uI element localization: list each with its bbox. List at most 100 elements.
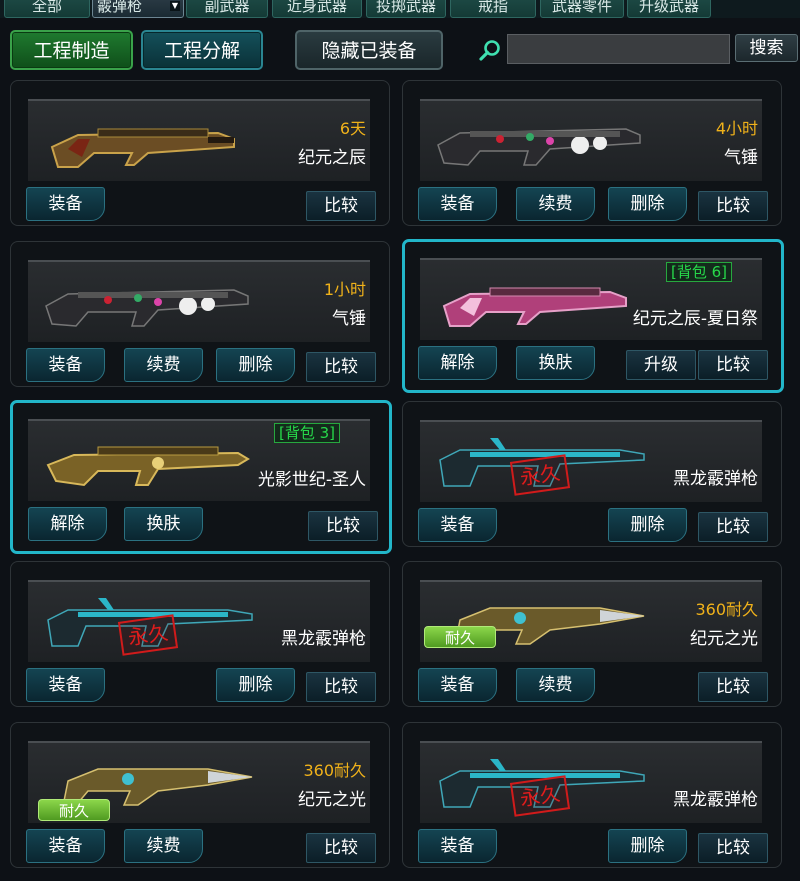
tab-secondary-weapon[interactable]: 副武器 xyxy=(186,0,268,18)
item-panel: 360耐久 纪元之光 耐久 xyxy=(420,580,762,662)
item-durability-value: 360耐久 xyxy=(695,600,758,619)
dropdown-arrow-icon[interactable]: ▼ xyxy=(170,1,180,11)
unequip-button[interactable]: 解除 xyxy=(418,346,497,380)
tab-label: 霰弹枪 xyxy=(97,0,143,15)
hide-equipped-button[interactable]: 隐藏已装备 xyxy=(295,30,443,70)
backpack-slot-tag: [背包 6] xyxy=(665,262,732,282)
shotgun-image xyxy=(50,128,235,168)
equip-button[interactable]: 装备 xyxy=(26,348,105,382)
compare-button[interactable]: 比较 xyxy=(698,350,768,380)
item-durability-value: 360耐久 xyxy=(303,761,366,780)
item-card[interactable]: 6天 纪元之辰 装备 比较 xyxy=(10,80,390,226)
renew-button[interactable]: 续费 xyxy=(124,348,203,382)
delete-button[interactable]: 删除 xyxy=(608,187,687,221)
item-card-equipped[interactable]: [背包 6] 纪元之辰-夏日祭 解除 换肤 升级 比较 xyxy=(402,239,784,393)
tab-label: 副武器 xyxy=(204,0,250,15)
item-name: 黑龙霰弹枪 xyxy=(281,629,366,649)
item-panel: 6天 纪元之辰 xyxy=(28,99,370,181)
compare-button[interactable]: 比较 xyxy=(698,833,768,863)
craft-button[interactable]: 工程制造 xyxy=(10,30,133,70)
compare-button[interactable]: 比较 xyxy=(306,191,376,221)
shotgun-image xyxy=(46,446,250,487)
compare-button[interactable]: 比较 xyxy=(306,672,376,702)
renew-button[interactable]: 续费 xyxy=(516,668,595,702)
item-card[interactable]: 360耐久 纪元之光 耐久 装备 续费 比较 xyxy=(402,561,782,707)
tab-throwing-weapon[interactable]: 投掷武器 xyxy=(366,0,446,18)
item-panel: 4小时 气锤 xyxy=(420,99,762,181)
tab-shotgun-dropdown[interactable]: 霰弹枪 ▼ xyxy=(92,0,184,18)
delete-button[interactable]: 删除 xyxy=(216,668,295,702)
item-name: 气锤 xyxy=(332,309,366,329)
item-card[interactable]: 1小时 气锤 装备 续费 删除 比较 xyxy=(10,241,390,387)
item-panel: 永久 黑龙霰弹枪 xyxy=(420,741,762,823)
compare-button[interactable]: 比较 xyxy=(306,352,376,382)
equip-button[interactable]: 装备 xyxy=(26,187,105,221)
compare-button[interactable]: 比较 xyxy=(698,191,768,221)
item-card-equipped[interactable]: [背包 3] 光影世纪-圣人 解除 换肤 比较 xyxy=(10,400,392,554)
tab-label: 戒指 xyxy=(477,0,508,15)
unequip-button[interactable]: 解除 xyxy=(28,507,107,541)
durability-badge: 耐久 xyxy=(38,799,110,821)
equip-button[interactable]: 装备 xyxy=(26,829,105,863)
change-skin-button[interactable]: 换肤 xyxy=(516,346,595,380)
delete-button[interactable]: 删除 xyxy=(216,348,295,382)
delete-button[interactable]: 删除 xyxy=(608,829,687,863)
tab-melee-weapon[interactable]: 近身武器 xyxy=(272,0,362,18)
tab-label: 全部 xyxy=(31,0,62,15)
equip-button[interactable]: 装备 xyxy=(418,668,497,702)
item-panel: 永久 黑龙霰弹枪 xyxy=(28,580,370,662)
compare-button[interactable]: 比较 xyxy=(306,833,376,863)
backpack-slot-tag: [背包 3] xyxy=(273,423,340,443)
tab-upgrade-weapon[interactable]: 升级武器 xyxy=(627,0,711,18)
shotgun-image xyxy=(442,287,627,327)
equip-button[interactable]: 装备 xyxy=(418,829,497,863)
equip-button[interactable]: 装备 xyxy=(418,508,497,542)
item-name: 纪元之光 xyxy=(298,790,366,810)
compare-button[interactable]: 比较 xyxy=(698,672,768,702)
renew-button[interactable]: 续费 xyxy=(516,187,595,221)
item-name: 纪元之辰-夏日祭 xyxy=(632,309,758,329)
item-name: 黑龙霰弹枪 xyxy=(673,790,758,810)
item-timer: 6天 xyxy=(339,119,366,138)
item-timer: 4小时 xyxy=(715,119,758,138)
shotgun-image xyxy=(437,128,641,166)
search-button[interactable]: 搜索 xyxy=(735,34,798,62)
tab-label: 升级武器 xyxy=(638,0,699,15)
tab-label: 近身武器 xyxy=(286,0,347,15)
equip-button[interactable]: 装备 xyxy=(418,187,497,221)
item-card[interactable]: 永久 黑龙霰弹枪 装备 删除 比较 xyxy=(402,722,782,868)
item-card[interactable]: 永久 黑龙霰弹枪 装备 删除 比较 xyxy=(402,401,782,547)
item-panel: 360耐久 纪元之光 耐久 xyxy=(28,741,370,823)
item-card[interactable]: 永久 黑龙霰弹枪 装备 删除 比较 xyxy=(10,561,390,707)
item-card[interactable]: 360耐久 纪元之光 耐久 装备 续费 比较 xyxy=(10,722,390,868)
durability-badge: 耐久 xyxy=(424,626,496,648)
search-icon xyxy=(479,40,500,61)
item-name: 气锤 xyxy=(724,148,758,168)
tab-all[interactable]: 全部 xyxy=(4,0,90,18)
shotgun-image xyxy=(45,289,249,327)
tab-ring[interactable]: 戒指 xyxy=(450,0,536,18)
item-card[interactable]: 4小时 气锤 装备 续费 删除 比较 xyxy=(402,80,782,226)
disassemble-button[interactable]: 工程分解 xyxy=(141,30,263,70)
compare-button[interactable]: 比较 xyxy=(698,512,768,542)
item-name: 纪元之光 xyxy=(690,629,758,649)
item-name: 纪元之辰 xyxy=(298,148,366,168)
compare-button[interactable]: 比较 xyxy=(308,511,378,541)
item-panel: 1小时 气锤 xyxy=(28,260,370,342)
renew-button[interactable]: 续费 xyxy=(124,829,203,863)
tab-weapon-parts[interactable]: 武器零件 xyxy=(540,0,624,18)
item-panel: [背包 6] 纪元之辰-夏日祭 xyxy=(420,258,762,340)
search-input[interactable] xyxy=(507,34,730,64)
category-tab-bar: 全部 霰弹枪 ▼ 副武器 近身武器 投掷武器 戒指 武器零件 升级武器 xyxy=(0,0,800,18)
change-skin-button[interactable]: 换肤 xyxy=(124,507,203,541)
item-name: 黑龙霰弹枪 xyxy=(673,469,758,489)
tab-label: 武器零件 xyxy=(551,0,612,15)
equip-button[interactable]: 装备 xyxy=(26,668,105,702)
delete-button[interactable]: 删除 xyxy=(608,508,687,542)
upgrade-button[interactable]: 升级 xyxy=(626,350,696,380)
item-timer: 1小时 xyxy=(323,280,366,299)
tab-label: 投掷武器 xyxy=(375,0,436,15)
item-panel: [背包 3] 光影世纪-圣人 xyxy=(28,419,370,501)
item-name: 光影世纪-圣人 xyxy=(257,470,366,490)
item-panel: 永久 黑龙霰弹枪 xyxy=(420,420,762,502)
